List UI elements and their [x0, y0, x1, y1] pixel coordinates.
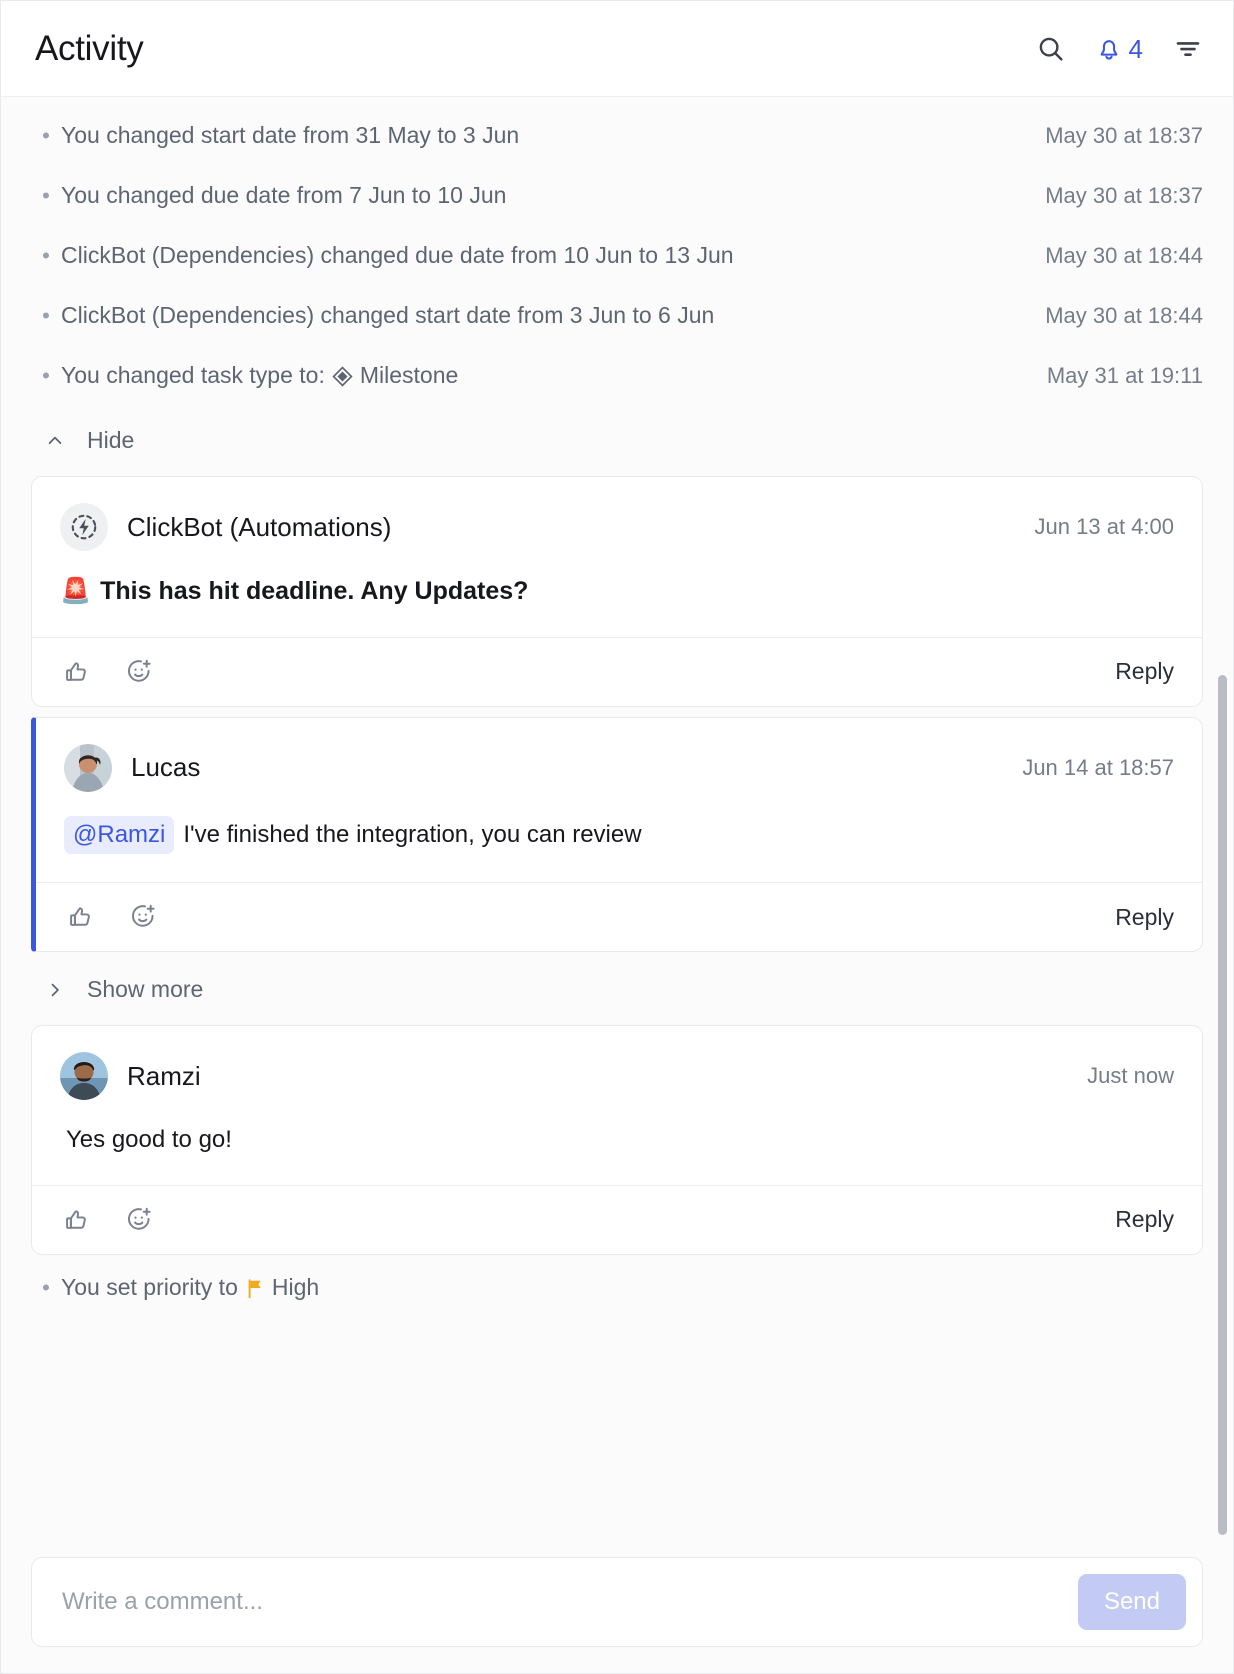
reply-button[interactable]: Reply: [1115, 658, 1174, 685]
activity-panel: Activity 4 • You changed start date from…: [0, 0, 1234, 1674]
comment-header: Ramzi Just now: [32, 1026, 1202, 1101]
activity-log-row: • You changed task type to: Milestone Ma…: [31, 353, 1203, 413]
bullet-icon: •: [42, 123, 50, 148]
comment-author: Ramzi: [127, 1060, 201, 1091]
hide-toggle[interactable]: Hide: [31, 413, 1203, 470]
hide-toggle-label: Hide: [87, 427, 135, 453]
thumbs-up-icon[interactable]: [64, 900, 98, 934]
panel-header: Activity 4: [1, 1, 1233, 97]
priority-text-group: You set priority to High: [61, 1273, 319, 1303]
comment-footer: Reply: [36, 882, 1202, 951]
comment-footer: Reply: [32, 1184, 1202, 1254]
reply-button[interactable]: Reply: [1115, 1206, 1174, 1233]
comment-timestamp: Just now: [1087, 1063, 1174, 1089]
clickbot-avatar: [60, 503, 108, 551]
milestone-label: Milestone: [359, 362, 459, 388]
bullet-icon: •: [42, 243, 50, 268]
ramzi-avatar: [60, 1052, 108, 1101]
activity-log-time: May 30 at 18:37: [1045, 183, 1203, 208]
comment-composer[interactable]: Send: [31, 1557, 1203, 1647]
comment-text: Yes good to go!: [66, 1126, 232, 1154]
activity-log-time: May 30 at 18:44: [1045, 243, 1203, 268]
add-reaction-icon[interactable]: [126, 900, 160, 934]
flag-icon: [245, 1278, 265, 1299]
mention-chip[interactable]: @Ramzi: [64, 815, 175, 855]
thumbs-up-icon[interactable]: [60, 655, 94, 689]
comment-body: Yes good to go!: [32, 1100, 1202, 1184]
bullet-icon: •: [42, 1274, 50, 1300]
activity-log-list: • You changed start date from 31 May to …: [31, 97, 1203, 413]
comment-input[interactable]: [62, 1588, 1078, 1616]
activity-log-text: You changed start date from 31 May to 3 …: [61, 122, 520, 148]
priority-log-row: • You set priority to High: [31, 1265, 1203, 1317]
bullet-icon: •: [42, 303, 50, 328]
reply-button[interactable]: Reply: [1115, 904, 1174, 931]
send-button[interactable]: Send: [1077, 1574, 1186, 1630]
priority-text: You set priority to: [61, 1273, 238, 1300]
activity-log-row: • You changed start date from 31 May to …: [31, 113, 1203, 173]
comment-text: I've finished the integration, you can r…: [183, 820, 642, 848]
comment-author: ClickBot (Automations): [127, 511, 392, 542]
activity-log-text-group: You changed task type to: Milestone: [61, 361, 458, 391]
comment-card-lucas: Lucas Jun 14 at 18:57 @Ramzi I've finish…: [31, 716, 1203, 953]
comment-card-ramzi: Ramzi Just now Yes good to go! Reply: [31, 1025, 1203, 1255]
scrollbar-thumb[interactable]: [1218, 675, 1227, 1535]
show-more-toggle[interactable]: Show more: [31, 962, 1203, 1019]
comment-footer: Reply: [32, 636, 1202, 706]
comment-card-clickbot: ClickBot (Automations) Jun 13 at 4:00 🚨 …: [31, 476, 1203, 707]
add-reaction-icon[interactable]: [122, 655, 156, 689]
priority-value: High: [271, 1273, 320, 1300]
comment-timestamp: Jun 14 at 18:57: [1022, 754, 1174, 780]
activity-log-time: May 31 at 19:11: [1046, 363, 1203, 388]
activity-log-text: ClickBot (Dependencies) changed due date…: [61, 242, 734, 268]
comment-header: ClickBot (Automations) Jun 13 at 4:00: [32, 477, 1202, 551]
add-reaction-icon[interactable]: [122, 1203, 156, 1237]
activity-log-row: • ClickBot (Dependencies) changed start …: [31, 293, 1203, 353]
comment-timestamp: Jun 13 at 4:00: [1034, 514, 1174, 539]
alarm-emoji: 🚨: [60, 577, 92, 606]
comment-header: Lucas Jun 14 at 18:57: [36, 718, 1202, 792]
notification-count: 4: [1128, 33, 1143, 64]
activity-log-text: You changed task type to:: [61, 362, 325, 388]
activity-log-time: May 30 at 18:37: [1045, 123, 1203, 148]
activity-log-text: ClickBot (Dependencies) changed start da…: [61, 302, 715, 328]
activity-scroll-region[interactable]: • You changed start date from 31 May to …: [1, 97, 1233, 1543]
chevron-right-icon: [45, 978, 65, 1002]
filter-icon[interactable]: [1173, 34, 1203, 64]
bullet-icon: •: [42, 363, 50, 388]
comment-body: @Ramzi I've finished the integration, yo…: [36, 792, 1202, 882]
comment-author: Lucas: [131, 752, 201, 783]
notifications-button[interactable]: 4: [1096, 35, 1143, 63]
chevron-up-icon: [45, 429, 65, 453]
header-actions: 4: [1036, 34, 1203, 64]
comment-body: 🚨 This has hit deadline. Any Updates?: [32, 551, 1202, 637]
bullet-icon: •: [42, 183, 50, 208]
activity-log-text: You changed due date from 7 Jun to 10 Ju…: [61, 182, 507, 208]
search-icon[interactable]: [1036, 34, 1066, 64]
milestone-icon: [332, 366, 353, 388]
activity-log-time: May 30 at 18:44: [1045, 303, 1203, 328]
show-more-label: Show more: [87, 976, 204, 1003]
activity-log-row: • You changed due date from 7 Jun to 10 …: [31, 173, 1203, 233]
activity-log-row: • ClickBot (Dependencies) changed due da…: [31, 233, 1203, 293]
bell-icon: [1096, 35, 1122, 63]
page-title: Activity: [35, 28, 144, 68]
thumbs-up-icon[interactable]: [60, 1203, 94, 1237]
comment-text: This has hit deadline. Any Updates?: [100, 577, 529, 605]
comment-composer-region: Send: [1, 1543, 1233, 1673]
lucas-avatar: [64, 743, 112, 792]
